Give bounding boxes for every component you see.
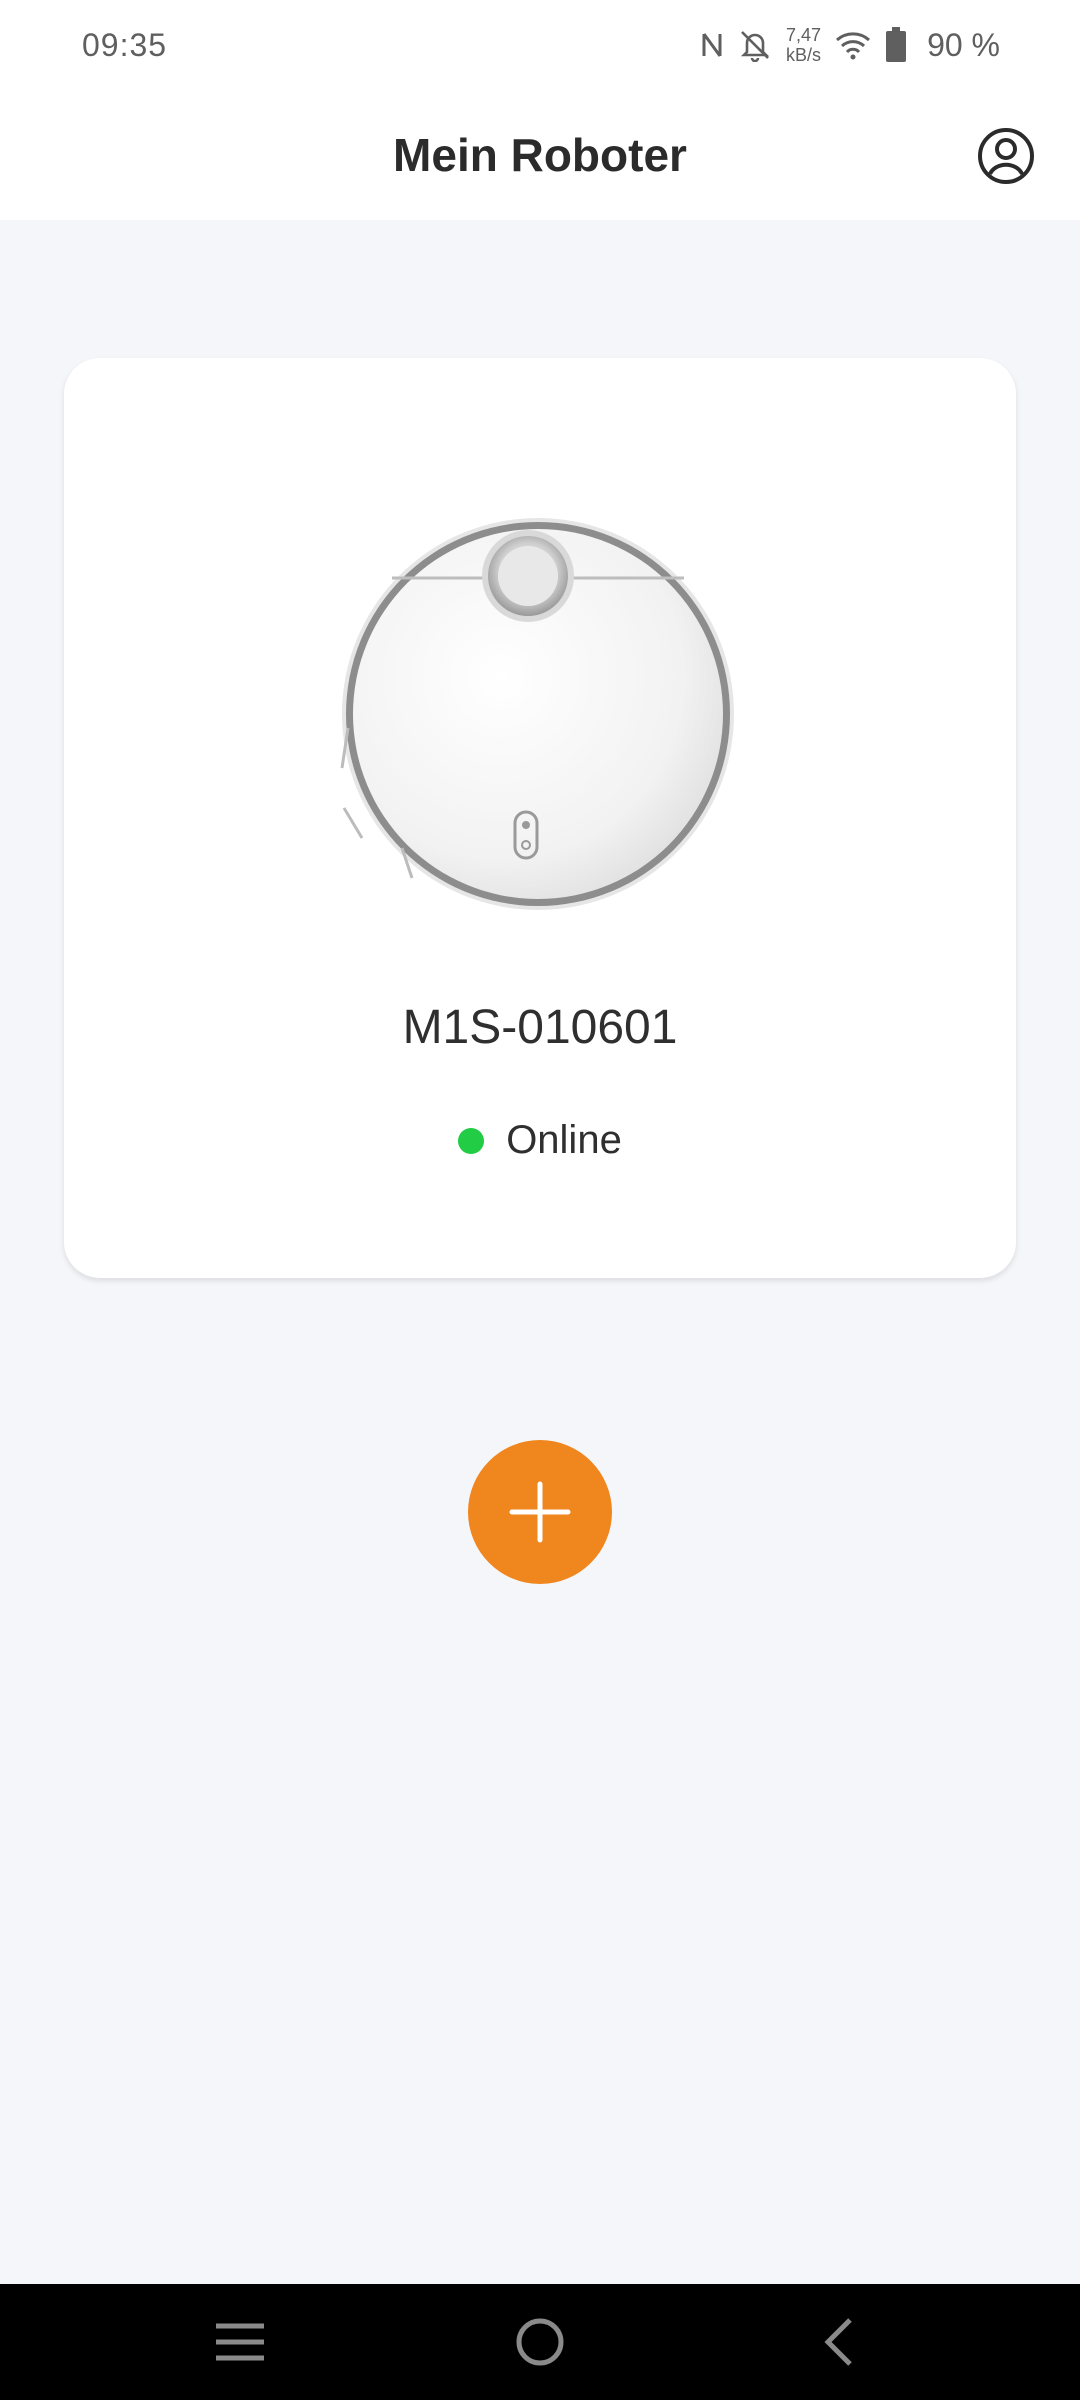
menu-icon xyxy=(216,2323,264,2361)
back-button[interactable] xyxy=(800,2302,880,2382)
robot-name: M1S-010601 xyxy=(402,1001,678,1054)
robot-vacuum-image xyxy=(340,518,734,910)
app-header: Mein Roboter xyxy=(0,90,1080,220)
nfc-icon xyxy=(700,30,724,60)
online-status-dot xyxy=(458,1127,485,1154)
status-time: 09:35 xyxy=(82,26,168,63)
wifi-icon xyxy=(835,30,871,60)
net-speed: 7,47 kB/s xyxy=(786,25,821,65)
robot-status: Online xyxy=(64,1118,1016,1163)
net-speed-value: 7,47 xyxy=(786,25,822,45)
home-button[interactable] xyxy=(500,2302,580,2382)
bell-off-icon xyxy=(738,28,772,62)
recent-apps-button[interactable] xyxy=(200,2302,280,2382)
account-button[interactable] xyxy=(976,126,1036,186)
account-circle-icon xyxy=(978,128,1034,184)
page-title: Mein Roboter xyxy=(393,129,687,181)
back-chevron-icon xyxy=(824,2318,852,2366)
robot-status-text: Online xyxy=(506,1118,622,1162)
battery-icon xyxy=(885,27,907,63)
net-speed-unit: kB/s xyxy=(786,45,822,65)
status-icons: 7,47 kB/s 90 % xyxy=(700,25,1000,65)
robot-card[interactable]: M1S-010601 Online xyxy=(64,358,1016,1278)
status-bar: 09:35 7,47 kB/s 90 % xyxy=(0,0,1080,90)
home-circle-icon xyxy=(516,2318,564,2366)
add-robot-button[interactable] xyxy=(468,1440,612,1584)
system-nav-bar xyxy=(0,2284,1080,2400)
plus-icon xyxy=(509,1481,571,1543)
battery-percentage: 90 % xyxy=(927,26,1000,63)
